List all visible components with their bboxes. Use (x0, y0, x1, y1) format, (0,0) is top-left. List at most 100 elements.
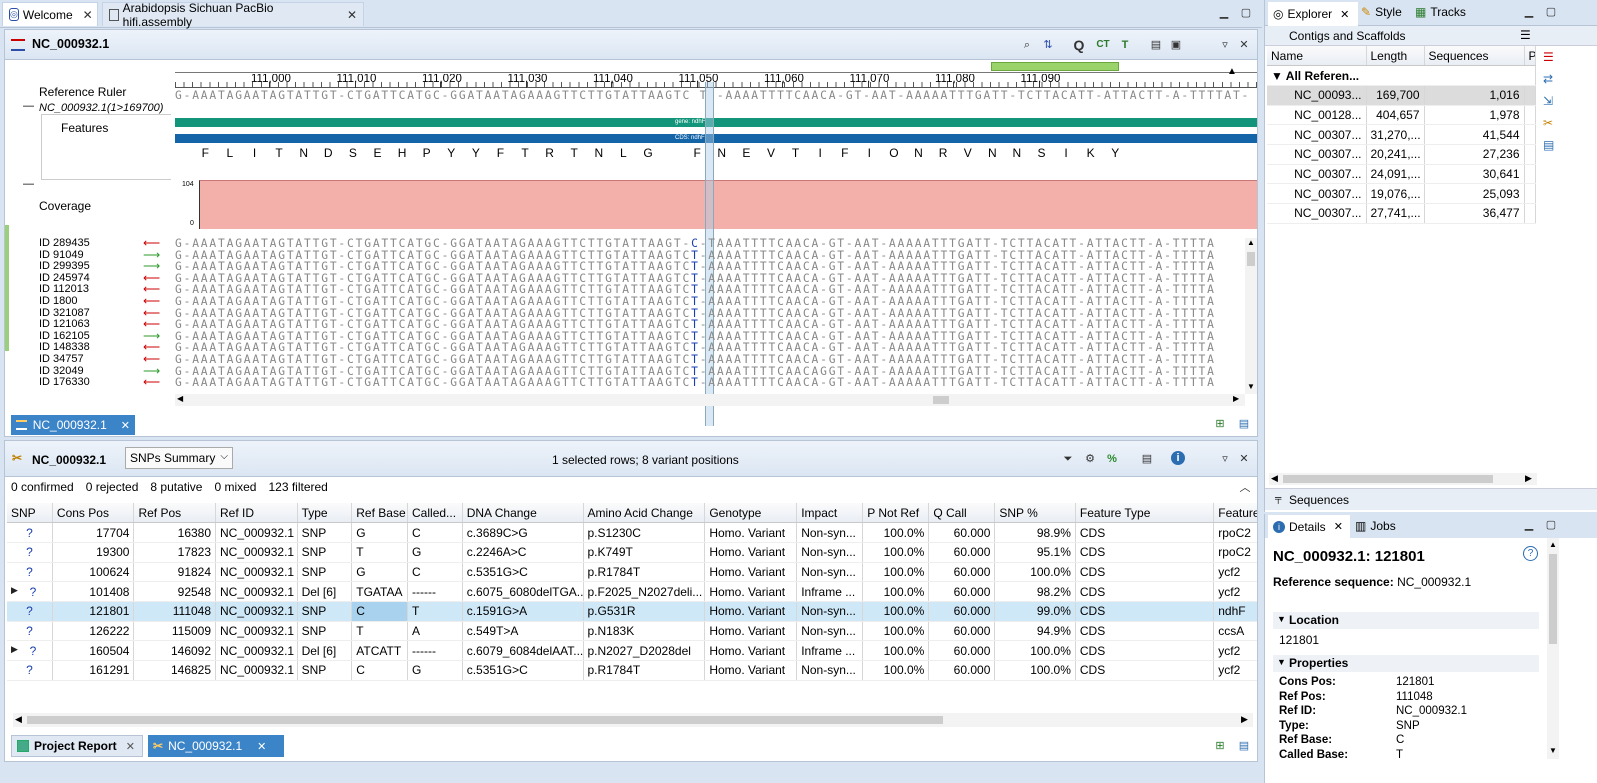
close-icon[interactable]: ✕ (257, 740, 266, 753)
collapse-icon[interactable]: — (23, 100, 34, 112)
details-vscroll[interactable]: ▲ ▼ (1547, 538, 1559, 759)
minimize-icon[interactable]: ▁ (1216, 5, 1232, 21)
close-icon[interactable]: ✕ (83, 8, 93, 22)
maximize-icon[interactable]: ▢ (1238, 5, 1254, 21)
contig-row[interactable]: NC_00307... 24,091,... 30,641 (1267, 164, 1536, 185)
collapse-icon[interactable]: ▼ (1277, 614, 1286, 624)
contig-row[interactable]: NC_00307... 20,241,... 27,236 (1267, 144, 1536, 165)
close-icon[interactable]: ✕ (1334, 520, 1343, 533)
tab-snp-report[interactable]: ✂ NC_000932.1 ✕ (148, 735, 284, 757)
explorer-hscroll[interactable]: ◀ ▶ (1269, 473, 1537, 485)
view-menu-icon[interactable]: ▿ (1217, 451, 1233, 467)
expand-icon[interactable]: ▶ (11, 585, 18, 596)
column-header[interactable]: Length (1366, 46, 1425, 67)
info-icon[interactable]: i (1171, 451, 1185, 465)
snp-hscroll[interactable]: ◀ ▶ (13, 713, 1253, 727)
maximize-icon[interactable]: ▢ (1543, 517, 1559, 533)
tab-welcome[interactable]: ◎ Welcome ✕ (2, 2, 98, 26)
collapse-icon[interactable]: ▼ (1277, 657, 1286, 667)
collapse-icon[interactable]: ╤ (1275, 493, 1281, 503)
text-icon[interactable]: T (1117, 37, 1133, 53)
collapse-icon[interactable]: — (23, 178, 34, 190)
location-section[interactable]: ▼ Location (1273, 612, 1539, 629)
column-header[interactable]: DNA Change (462, 503, 584, 524)
column-header[interactable]: P (1524, 46, 1536, 67)
contig-row[interactable]: NC_00093... 169,700 1,016 (1267, 85, 1536, 106)
contig-row[interactable]: NC_00307... 31,270,... 41,544 (1267, 124, 1536, 145)
expand-down-icon[interactable]: ▼ (1271, 69, 1283, 83)
tab-details[interactable]: i Details ✕ (1268, 515, 1350, 538)
contig-row[interactable]: NC_00307... 27,741,... 36,477 (1267, 203, 1536, 224)
sort-icon[interactable]: ⇅ (1040, 37, 1056, 53)
settings-icon[interactable]: ⚙ (1082, 451, 1098, 467)
overview-slider[interactable] (991, 62, 1119, 71)
close-icon[interactable]: ✕ (1236, 451, 1252, 467)
image-icon[interactable]: ▣ (1168, 37, 1184, 53)
tab-project-report[interactable]: Project Report ✕ (11, 735, 143, 757)
table-row[interactable]: ? 126222 115009 NC_000932.1 SNP T Ac.549T>A p.N… (7, 621, 1257, 642)
maximize-icon[interactable]: ▢ (1543, 4, 1559, 20)
gene-feature[interactable]: gene: ndhF (175, 118, 1257, 127)
contig-row[interactable]: NC_00307... 19,076,... 25,093 (1267, 183, 1536, 204)
expand-icon[interactable]: ▶ (11, 644, 18, 655)
column-header[interactable]: Amino Acid Change (583, 503, 706, 524)
column-header[interactable]: Genotype (704, 503, 798, 524)
ct-icon[interactable]: CT (1095, 37, 1111, 53)
tab-jobs[interactable]: ▥ Jobs (1355, 519, 1396, 533)
column-header[interactable]: Called... (407, 503, 463, 524)
column-header[interactable]: Feature Name (1213, 503, 1257, 524)
column-header[interactable]: Ref Base (351, 503, 409, 524)
column-header[interactable]: Ref ID (215, 503, 298, 524)
layout-icon[interactable]: ▤ (1236, 416, 1252, 432)
reads-hscroll[interactable]: ◀ ▶ (175, 394, 1245, 406)
column-header[interactable]: P Not Ref (862, 503, 930, 524)
quality-icon[interactable]: Q (1071, 37, 1087, 53)
view-select[interactable]: SNPs Summary ⌵ (125, 447, 233, 469)
import-icon[interactable]: ⇲ (1543, 94, 1565, 108)
snp-icon[interactable]: ✂ (1543, 116, 1565, 130)
editor-bottom-tab[interactable]: NC_000932.1 ✕ (11, 415, 135, 435)
column-header[interactable]: Ref Pos (133, 503, 217, 524)
collapse-up-icon[interactable]: ︿ (1237, 480, 1253, 496)
cds-feature[interactable]: CDS: ndhF (175, 134, 1257, 143)
table-row[interactable]: ? 19300 17823 NC_000932.1 SNP T Gc.2246A>C p.K7… (7, 542, 1257, 563)
close-icon[interactable]: ✕ (126, 740, 135, 753)
sequences-section[interactable]: ╤ Sequences (1265, 488, 1597, 510)
export-icon[interactable]: ▤ (1148, 37, 1164, 53)
column-header[interactable]: Name (1267, 46, 1367, 67)
collapse-up-icon[interactable]: ▲ (1227, 66, 1237, 77)
tab-style[interactable]: ✎ Style (1361, 5, 1402, 19)
minimize-icon[interactable]: ▁ (1521, 517, 1537, 533)
table-row[interactable]: ▶? 160504 146092 NC_000932.1 Del [6] ATCATT --… (7, 640, 1257, 661)
menu-icon[interactable]: ☰ (1520, 28, 1531, 42)
read-row[interactable]: ID 176330 ⟵ G-AAATAGAATAGTATTGT-CTGATTCATG… (5, 376, 1245, 389)
fit-icon[interactable]: ⊞ (1212, 416, 1228, 432)
tab-tracks[interactable]: ▦ Tracks (1415, 5, 1466, 19)
reads-vscroll[interactable]: ▲ ▼ (1245, 238, 1257, 394)
contig-row[interactable]: NC_00128... 404,657 1,978 (1267, 105, 1536, 126)
table-row[interactable]: ? 161291 146825 NC_000932.1 SNP C Gc.5351G>C p.… (7, 660, 1257, 681)
alignment-icon[interactable]: ☰ (1543, 50, 1565, 64)
column-header[interactable]: Cons Pos (52, 503, 135, 524)
properties-section[interactable]: ▼ Properties (1273, 655, 1539, 672)
zoom-icon[interactable]: ⌕ (1019, 37, 1035, 53)
database-icon[interactable]: ▤ (1543, 138, 1565, 152)
table-row[interactable]: ? 121801 111048 NC_000932.1 SNP C Tc.1591G>A p.… (7, 601, 1257, 622)
export-icon[interactable]: ▤ (1139, 451, 1155, 467)
tab-explorer[interactable]: ◎ Explorer ✕ (1268, 2, 1358, 26)
explorer-vscroll[interactable] (1545, 26, 1557, 40)
column-header[interactable]: Type (297, 503, 353, 524)
layout-icon[interactable]: ▤ (1236, 738, 1252, 754)
table-row[interactable]: ? 17704 16380 NC_000932.1 SNP G Cc.3689C>G p.S1… (7, 522, 1257, 543)
close-icon[interactable]: ✕ (1236, 37, 1252, 53)
column-header[interactable]: SNP (7, 503, 53, 524)
tab-assembly[interactable]: Arabidopsis Sichuan PacBio hifi.assembly… (102, 1, 364, 29)
minimize-icon[interactable]: ▁ (1521, 4, 1537, 20)
column-header[interactable]: Q Call (928, 503, 996, 524)
column-header[interactable]: SNP % (994, 503, 1076, 524)
filter-icon[interactable]: ⏷ (1060, 451, 1076, 467)
help-icon[interactable]: ? (1523, 546, 1538, 561)
arrows-icon[interactable]: ⇄ (1543, 72, 1565, 86)
column-header[interactable]: Feature Type (1075, 503, 1215, 524)
view-menu-icon[interactable]: ▿ (1217, 37, 1233, 53)
